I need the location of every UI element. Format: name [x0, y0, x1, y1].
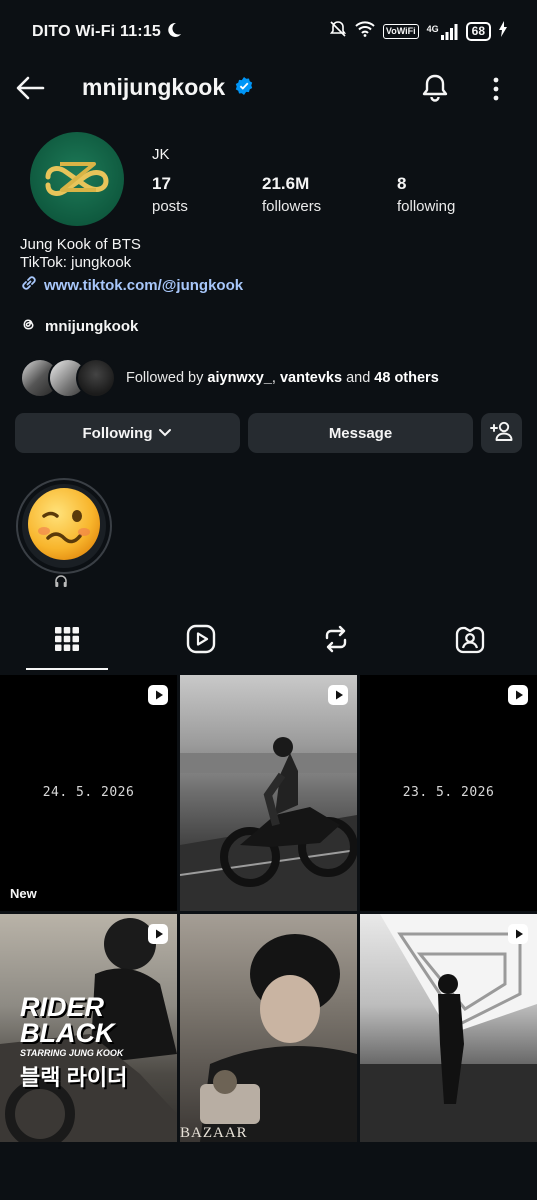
- title-overlay: RIDER BLACK STARRING JUNG KOOK 블랙 라이더: [20, 994, 150, 1092]
- reels-icon: [186, 624, 216, 659]
- following-label: following: [397, 198, 456, 215]
- highlight-cover: [22, 484, 106, 568]
- post-photo-motorcycle: [180, 737, 357, 911]
- threads-icon: [20, 316, 37, 337]
- separator: ,: [271, 370, 280, 386]
- post-tile[interactable]: RIDER BLACK STARRING JUNG KOOK 블랙 라이더: [0, 914, 177, 1142]
- following-button-label: Following: [82, 424, 153, 442]
- following-button[interactable]: Following: [15, 413, 240, 453]
- post-tile[interactable]: [180, 675, 357, 911]
- signal-icon: 4G: [426, 23, 458, 40]
- threads-handle: mnijungkook: [45, 318, 139, 335]
- overlay-subtitle: STARRING JUNG KOOK: [20, 1048, 124, 1058]
- message-button-label: Message: [328, 424, 393, 442]
- logo-image: [42, 150, 112, 209]
- bio: Jung Kook of BTS TikTok: jungkook: [20, 236, 141, 272]
- network-label: 4G: [426, 23, 439, 34]
- highlight-label: [54, 574, 68, 593]
- overlay-title: RIDER BLACK: [20, 992, 115, 1048]
- grid-icon: [54, 626, 80, 657]
- username: mnijungkook: [82, 74, 226, 100]
- posts-label: posts: [152, 198, 188, 215]
- followers-stat[interactable]: 21.6M followers: [262, 174, 321, 215]
- verified-badge-icon: [235, 74, 253, 101]
- post-caption: 23. 5. 2026: [402, 785, 495, 800]
- battery-indicator: 68: [465, 22, 491, 41]
- headphones-icon: [54, 575, 68, 592]
- watermark: BAZAAR: [180, 1125, 248, 1141]
- mutual-user: aiynwxy_: [207, 370, 272, 386]
- mute-bell-icon: [329, 20, 347, 43]
- more-options-button[interactable]: [486, 74, 506, 104]
- followed-by-prefix: Followed by: [126, 370, 208, 386]
- reels-tab[interactable]: [147, 616, 254, 666]
- moon-icon: [166, 22, 182, 40]
- following-count: 8: [397, 174, 407, 193]
- tagged-icon: [455, 624, 485, 659]
- message-button[interactable]: Message: [248, 413, 473, 453]
- back-button[interactable]: [14, 72, 48, 106]
- mutual-others: 48 others: [374, 370, 439, 386]
- threads-badge[interactable]: mnijungkook: [20, 316, 138, 337]
- link-icon: [20, 274, 38, 296]
- reposts-tab[interactable]: [282, 616, 389, 666]
- mutual-user: vantevks: [279, 370, 343, 386]
- charging-icon: [499, 21, 507, 42]
- followed-by-text: Followed by aiynwxy_, vantevks and 48 ot…: [126, 370, 439, 386]
- carrier-label: DITO Wi-Fi: [32, 23, 116, 40]
- story-highlight[interactable]: [16, 478, 112, 574]
- followers-count: 21.6M: [262, 174, 310, 193]
- post-tile[interactable]: 23. 5. 2026: [360, 675, 537, 911]
- back-arrow-icon: [14, 76, 46, 108]
- reel-icon: [148, 685, 168, 705]
- overlay-korean: 블랙 라이더: [20, 1065, 128, 1090]
- status-icons: VoWiFi 4G 68: [329, 20, 507, 43]
- reel-icon: [328, 685, 348, 705]
- reel-icon: [508, 685, 528, 705]
- notifications-button[interactable]: [420, 72, 450, 106]
- bio-link[interactable]: www.tiktok.com/@jungkook: [20, 274, 243, 296]
- following-stat[interactable]: 8 following: [397, 174, 455, 215]
- post-caption: 24. 5. 2026: [42, 785, 135, 800]
- follower-avatar: [76, 358, 116, 398]
- post-tile[interactable]: BAZAAR: [180, 914, 357, 1142]
- tagged-tab[interactable]: [416, 616, 523, 666]
- status-bar: DITO Wi-Fi 11:15 VoWiFi 4G 68: [0, 0, 537, 60]
- add-person-icon: [489, 420, 514, 446]
- repost-icon: [322, 624, 350, 659]
- bell-icon: [420, 74, 450, 108]
- post-photo-portrait: [200, 934, 357, 1142]
- bio-line: Jung Kook of BTS: [20, 236, 141, 253]
- full-name: JK: [152, 146, 170, 163]
- reel-icon: [148, 924, 168, 944]
- vowifi-badge: VoWiFi: [382, 24, 419, 39]
- chevron-down-icon: [158, 425, 172, 442]
- profile-tabs: [0, 616, 537, 672]
- status-left: DITO Wi-Fi 11:15: [32, 22, 182, 41]
- posts-count: 17: [152, 174, 171, 193]
- more-vertical-icon: [486, 77, 506, 108]
- clock: 11:15: [119, 23, 162, 40]
- suggest-users-button[interactable]: [481, 413, 522, 453]
- post-tile[interactable]: 24. 5. 2026 New: [0, 675, 177, 911]
- link-text: www.tiktok.com/@jungkook: [44, 276, 244, 294]
- posts-grid-tab[interactable]: [13, 616, 120, 666]
- active-tab-indicator: [26, 668, 108, 670]
- bio-line: TikTok: jungkook: [20, 254, 132, 271]
- followed-by-row[interactable]: Followed by aiynwxy_, vantevks and 48 ot…: [20, 358, 439, 398]
- wifi-icon: [355, 21, 375, 42]
- reel-icon: [508, 924, 528, 944]
- post-tile[interactable]: [360, 914, 537, 1142]
- profile-avatar[interactable]: [30, 132, 124, 226]
- followers-label: followers: [262, 198, 322, 215]
- new-badge: New: [10, 886, 37, 901]
- woozy-face-emoji: [24, 484, 104, 569]
- header-username-row: mnijungkook: [82, 74, 253, 101]
- posts-stat[interactable]: 17 posts: [152, 174, 188, 215]
- and-text: and: [342, 370, 375, 386]
- post-photo-studio: [360, 914, 537, 1142]
